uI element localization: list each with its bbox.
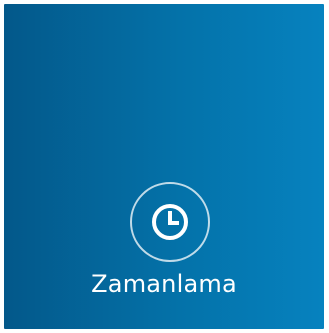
- tile-label: Zamanlama: [91, 270, 237, 298]
- schedule-tile[interactable]: Zamanlama: [4, 4, 324, 329]
- clock-icon: [152, 204, 188, 240]
- clock-icon-ring: [130, 182, 210, 262]
